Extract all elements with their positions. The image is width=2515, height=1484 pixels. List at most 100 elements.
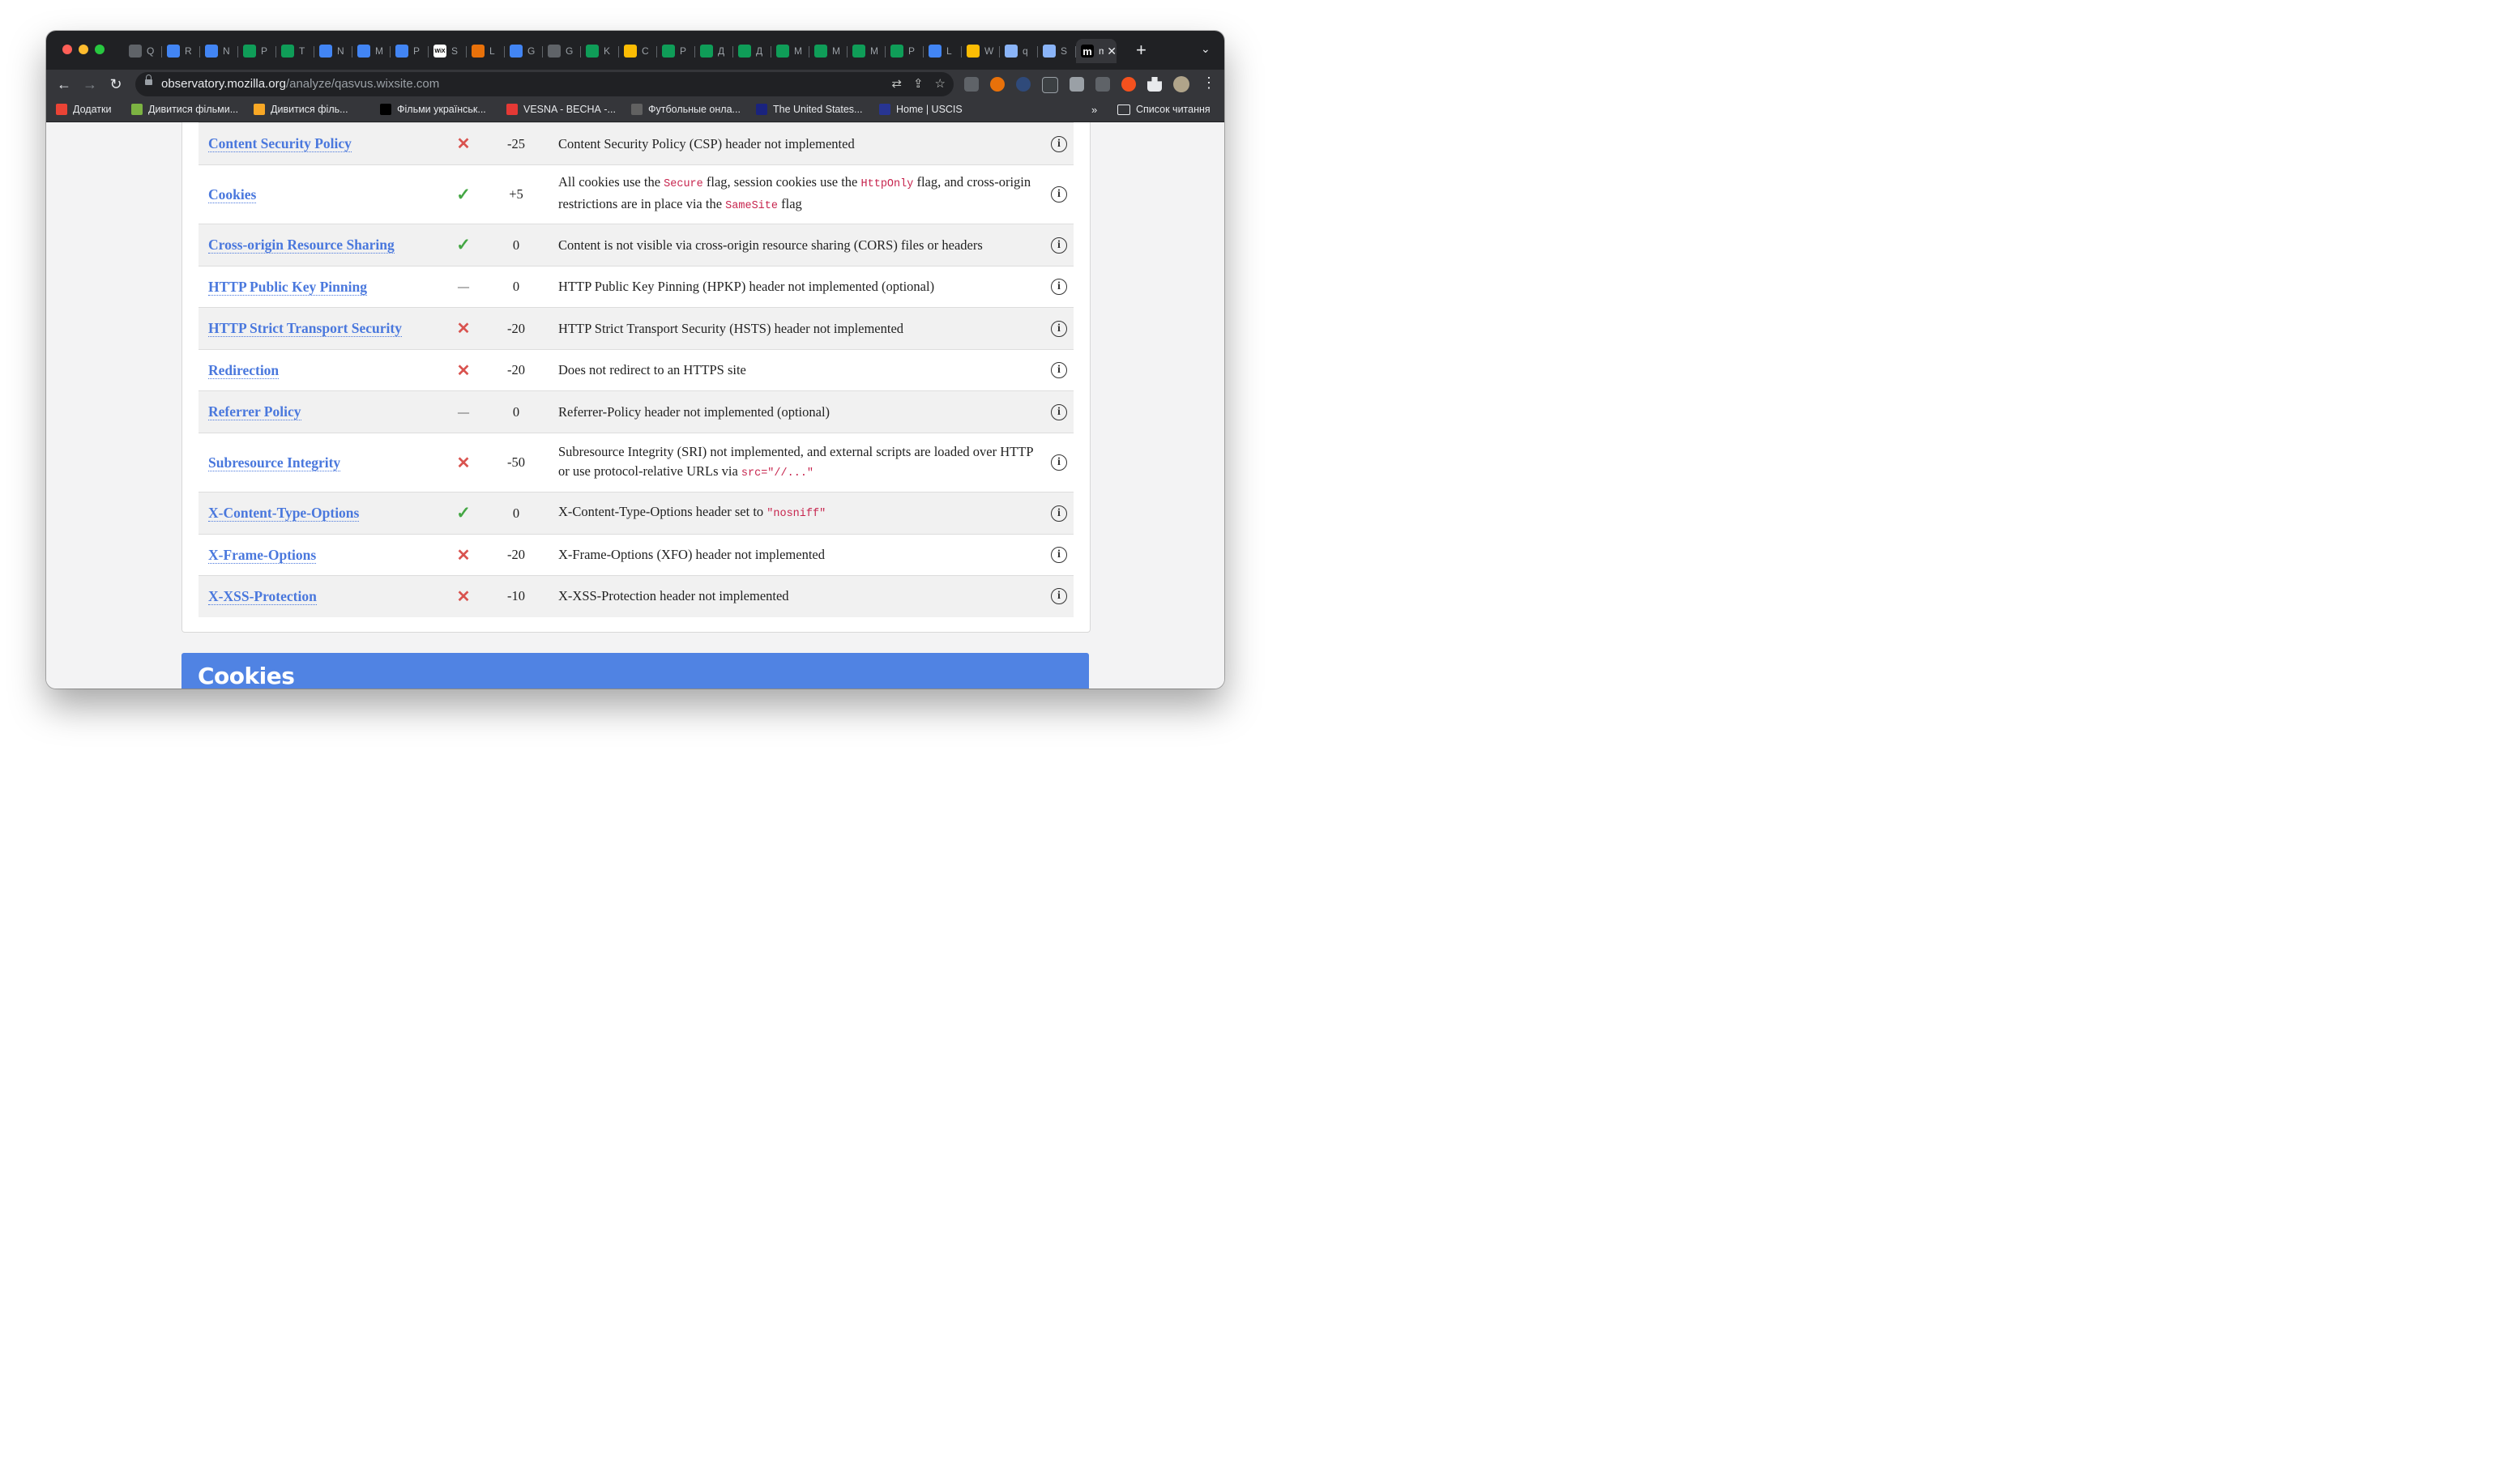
browser-tab[interactable]: P [886, 39, 924, 63]
info-circle-icon[interactable]: i [1051, 588, 1067, 605]
browser-tab[interactable]: S [1038, 39, 1076, 63]
lock-icon[interactable] [145, 75, 152, 85]
bookmark-item[interactable]: Дивитися фільми... [131, 104, 238, 115]
info-circle-icon[interactable]: i [1051, 237, 1067, 254]
info-circle-icon[interactable]: i [1051, 547, 1067, 563]
explanation-text: Referrer-Policy header not implemented (… [558, 403, 831, 420]
test-link[interactable]: HTTP Public Key Pinning [208, 278, 367, 296]
test-link[interactable]: Subresource Integrity [208, 454, 341, 471]
share-icon[interactable]: ⇪ [913, 76, 924, 91]
info-cell: i [1044, 493, 1074, 535]
test-link[interactable]: Content Security Policy [208, 135, 352, 152]
window-minimize-button[interactable] [79, 45, 88, 54]
table-row: X-XSS-Protection ✕ -10 X-XSS-Protection hea… [199, 575, 1074, 617]
browser-tab[interactable]: Д [695, 39, 733, 63]
info-circle-icon[interactable]: i [1051, 320, 1067, 337]
menu-kebab-icon[interactable]: ⋮ [1202, 75, 1216, 92]
test-link[interactable]: Redirection [208, 361, 280, 379]
browser-tab[interactable]: m m ✕ [1076, 39, 1117, 63]
explanation-code: src="//..." [741, 467, 814, 480]
browser-tab[interactable]: Д [733, 39, 771, 63]
browser-tab[interactable]: M [352, 39, 391, 63]
bookmark-label: VESNA - ВЕСНА -... [523, 104, 616, 115]
test-link[interactable]: HTTP Strict Transport Security [208, 320, 402, 337]
browser-tab[interactable]: T [276, 39, 314, 63]
explanation-cell: All cookies use the Secure flag, session… [540, 165, 1044, 224]
browser-tab[interactable]: K [581, 39, 619, 63]
browser-tab[interactable]: G [505, 39, 543, 63]
test-link[interactable]: X-Content-Type-Options [208, 505, 360, 522]
extension-icon[interactable] [964, 77, 979, 92]
info-circle-icon[interactable]: i [1051, 135, 1067, 152]
window-zoom-button[interactable] [95, 45, 105, 54]
browser-tab[interactable]: q [1000, 39, 1038, 63]
browser-tab[interactable]: M [771, 39, 809, 63]
browser-tab[interactable]: P [657, 39, 695, 63]
info-circle-icon[interactable]: i [1051, 279, 1067, 295]
bookmark-item[interactable]: Додатки [56, 104, 111, 115]
test-link[interactable]: Cookies [208, 186, 257, 203]
test-scores-table: Content Security Policy ✕ -25 Content Secur… [199, 122, 1074, 617]
back-arrow-icon[interactable]: ← [53, 73, 75, 96]
browser-tab[interactable]: L [467, 39, 505, 63]
translate-icon[interactable]: ⇄ [891, 76, 902, 91]
extension-icon[interactable] [1042, 77, 1058, 93]
person-icon [472, 45, 485, 58]
browser-tab[interactable]: M [848, 39, 886, 63]
forward-arrow-icon[interactable]: → [79, 73, 101, 96]
extension-icon[interactable] [1121, 77, 1136, 92]
test-link[interactable]: Cross-origin Resource Sharing [208, 237, 395, 254]
browser-tab[interactable]: G [543, 39, 581, 63]
window-close-button[interactable] [62, 45, 72, 54]
extension-icon[interactable] [990, 77, 1005, 92]
browser-tab[interactable]: P [238, 39, 276, 63]
address-bar[interactable]: observatory.mozilla.org/analyze/qasvus.w… [135, 72, 954, 96]
tab-title: P [908, 45, 916, 57]
bookmark-item[interactable]: The United States... [756, 104, 862, 115]
browser-tab[interactable]: Q [124, 39, 162, 63]
info-circle-icon[interactable]: i [1051, 454, 1067, 471]
bookmark-item[interactable]: VESNA - ВЕСНА -... [506, 104, 616, 115]
bookmark-item[interactable]: Фільми українськ... [380, 104, 486, 115]
extension-icon[interactable] [1016, 77, 1031, 92]
bookmark-ua-icon [254, 104, 265, 115]
tab-close-icon[interactable]: ✕ [1107, 45, 1117, 58]
browser-tab[interactable]: P [391, 39, 429, 63]
extension-icon[interactable] [1070, 77, 1084, 92]
test-link[interactable]: X-XSS-Protection [208, 587, 317, 605]
tab-search-chevron-icon[interactable]: ⌄ [1201, 42, 1211, 56]
bookmark-item[interactable]: Дивитися філь... [254, 104, 348, 115]
browser-tab[interactable]: WiX S [429, 39, 467, 63]
google-docs-icon [357, 45, 370, 58]
url-text[interactable]: observatory.mozilla.org/analyze/qasvus.w… [161, 77, 439, 91]
bookmark-label: Дивитися фільми... [148, 104, 239, 115]
bookmark-star-icon[interactable]: ☆ [935, 76, 946, 91]
tab-title: Q [147, 45, 155, 57]
avatar[interactable] [1173, 76, 1189, 92]
bookmark-item[interactable]: Home | USCIS [879, 104, 963, 115]
puzzle-icon[interactable] [1147, 77, 1162, 92]
browser-tab[interactable]: R [162, 39, 200, 63]
info-circle-icon[interactable]: i [1051, 186, 1067, 203]
extension-icon[interactable] [1095, 77, 1110, 92]
bookmarks-overflow-chevron-icon[interactable]: » [1091, 104, 1097, 116]
info-circle-icon[interactable]: i [1051, 362, 1067, 378]
test-link[interactable]: Referrer Policy [208, 403, 301, 420]
browser-tab[interactable]: N [314, 39, 352, 63]
browser-tab[interactable]: L [924, 39, 962, 63]
browser-tab[interactable]: W [962, 39, 1000, 63]
browser-tab[interactable]: N [200, 39, 238, 63]
info-circle-icon[interactable]: i [1051, 403, 1067, 420]
info-circle-icon[interactable]: i [1051, 505, 1067, 522]
test-name-cell: X-XSS-Protection [199, 576, 435, 617]
test-link[interactable]: X-Frame-Options [208, 546, 317, 564]
bookmark-item[interactable]: Футбольные онла... [631, 104, 741, 115]
browser-tab[interactable]: M [809, 39, 848, 63]
reload-icon[interactable]: ↻ [105, 73, 127, 96]
new-tab-button[interactable]: + [1136, 40, 1146, 61]
page-viewport[interactable]: Content Security Policy ✕ -25 Content Secur… [46, 122, 1224, 689]
apps-icon [56, 104, 67, 115]
browser-tab[interactable]: C [619, 39, 657, 63]
reading-list-button[interactable]: Список читання [1117, 104, 1211, 115]
test-name-cell: HTTP Public Key Pinning [199, 267, 435, 308]
